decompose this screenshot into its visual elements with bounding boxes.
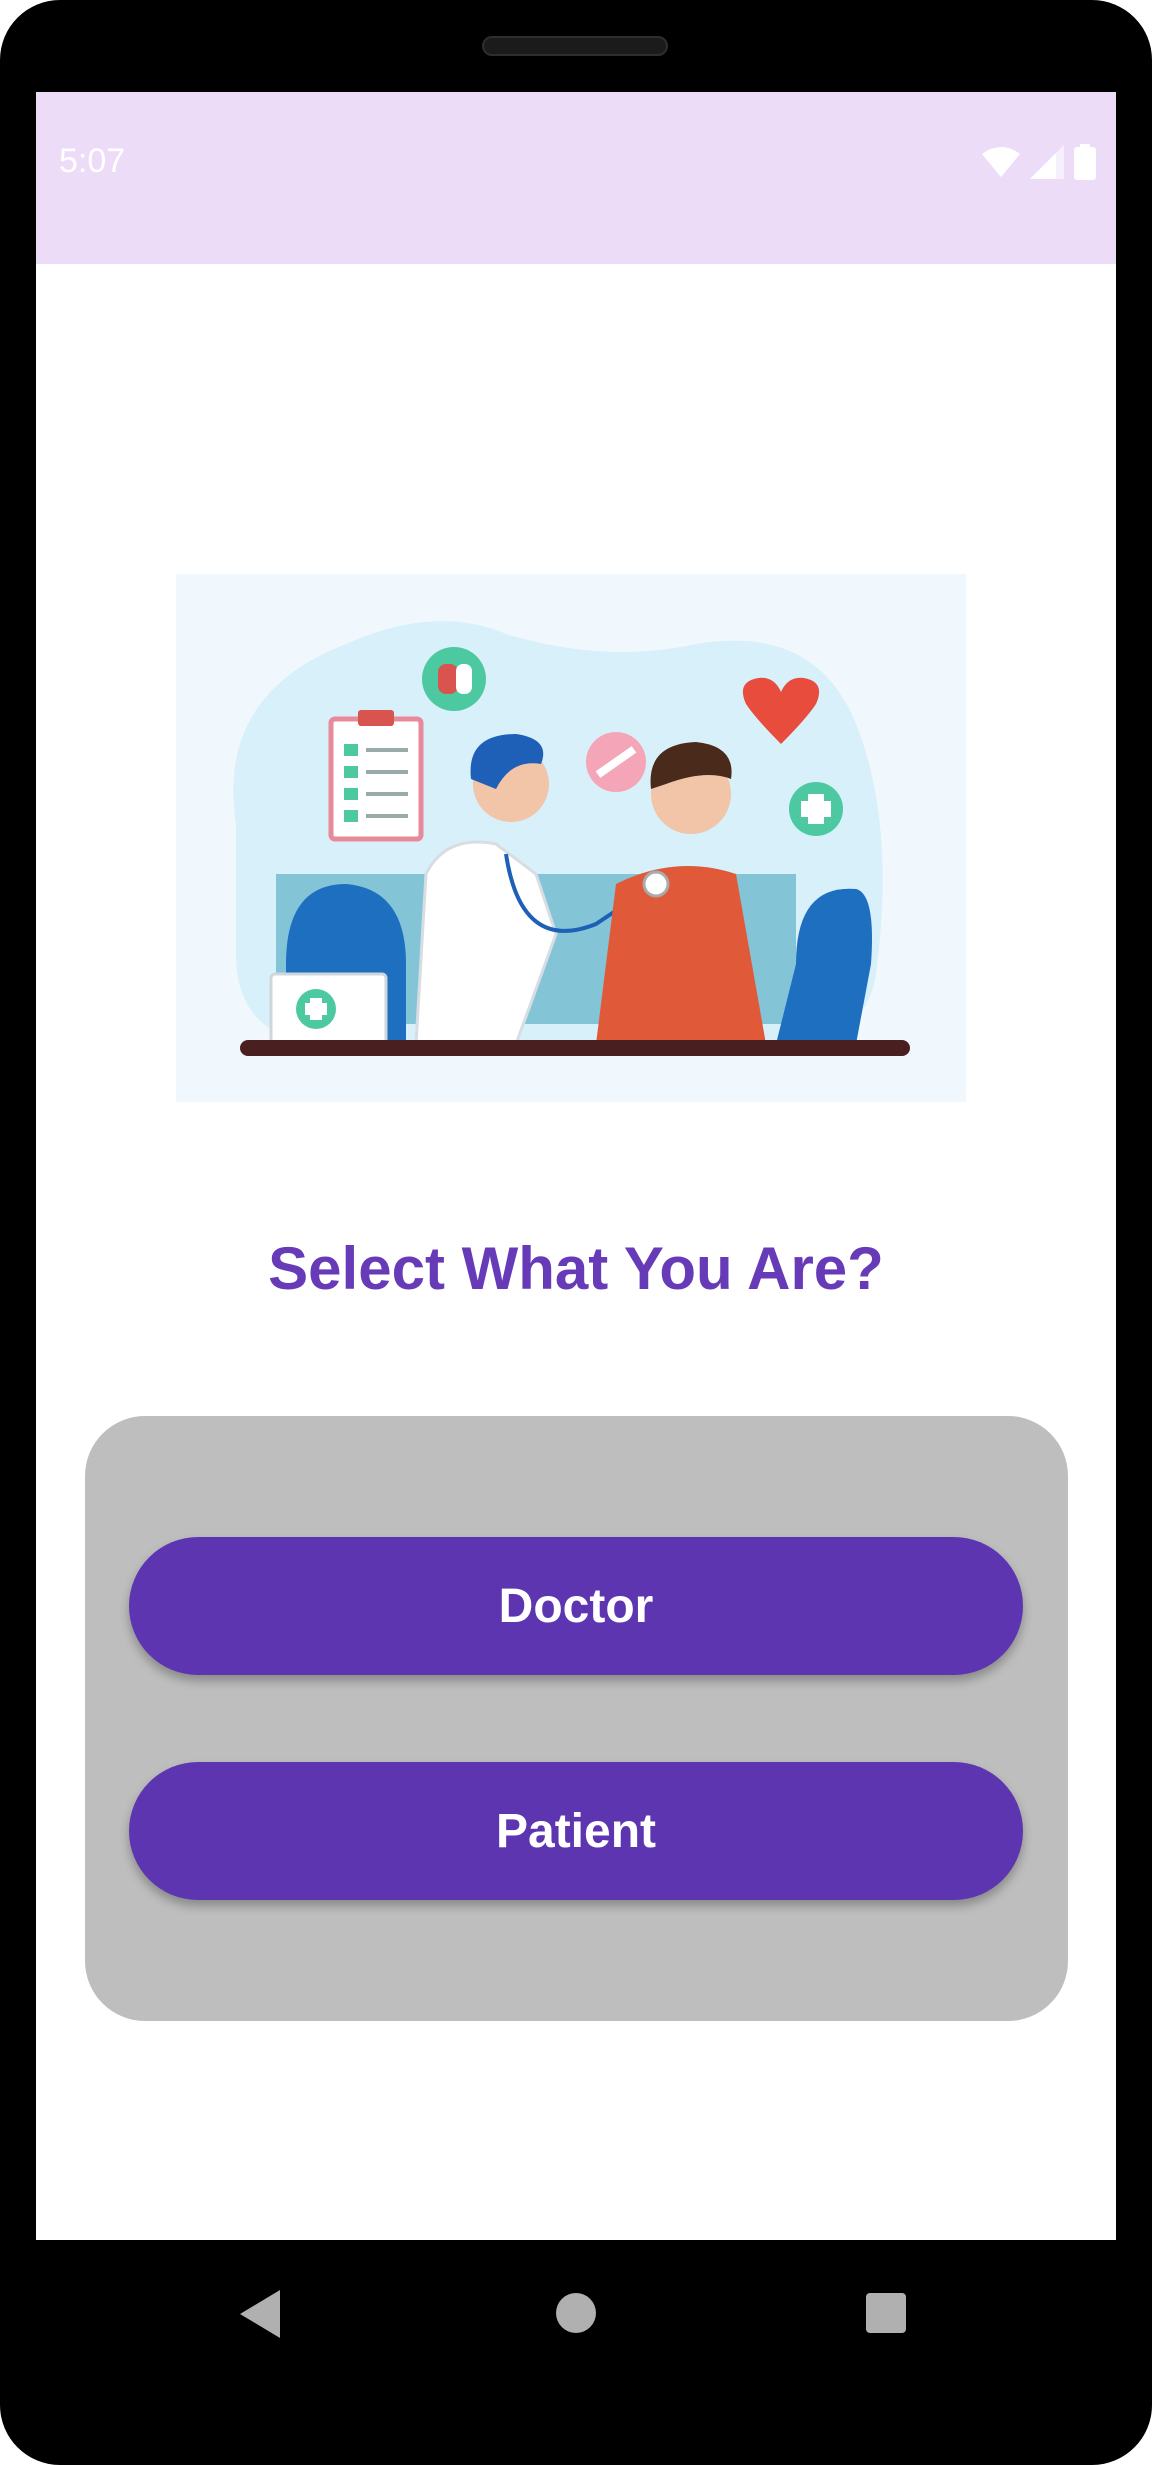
clipboard-icon xyxy=(328,710,424,842)
earpiece-speaker xyxy=(482,36,668,56)
home-icon[interactable] xyxy=(555,2292,597,2334)
device-frame: 5:07 Select What You Are? Doctor Patient xyxy=(0,0,1152,2465)
wifi-icon xyxy=(982,147,1020,177)
patient-button[interactable]: Patient xyxy=(129,1762,1023,1900)
battery-icon xyxy=(1074,144,1096,180)
status-bar: 5:07 xyxy=(36,92,1116,264)
back-icon[interactable] xyxy=(240,2290,282,2338)
cellular-signal-icon xyxy=(1030,145,1064,179)
status-time: 5:07 xyxy=(59,142,126,180)
app-screen: 5:07 Select What You Are? Doctor Patient xyxy=(36,92,1116,2240)
page-title: Select What You Are? xyxy=(268,1235,884,1302)
status-icons xyxy=(982,144,1096,180)
system-navigation-bar xyxy=(0,2240,1152,2410)
doctor-button[interactable]: Doctor xyxy=(129,1537,1023,1675)
role-selection-card: Doctor Patient xyxy=(85,1416,1068,2021)
doctor-checkup-illustration xyxy=(176,574,966,1102)
recents-icon[interactable] xyxy=(866,2293,906,2333)
